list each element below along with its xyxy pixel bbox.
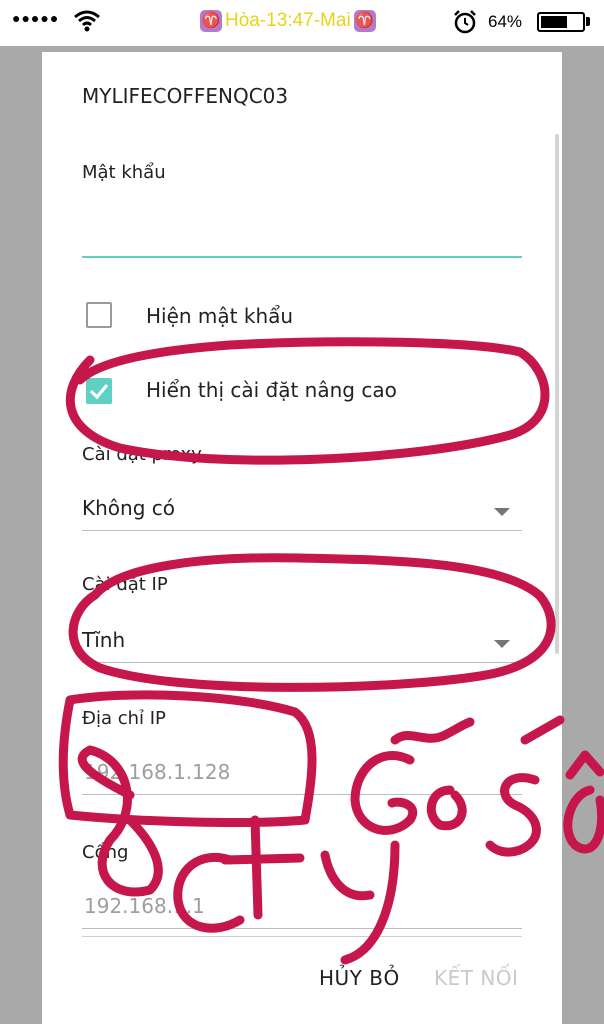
dropdown-arrow-icon bbox=[494, 508, 510, 516]
carrier-text: Hòa-13:47-Mai bbox=[225, 10, 351, 31]
battery-icon bbox=[537, 12, 585, 32]
battery-tip bbox=[586, 17, 590, 26]
proxy-label: Cài đặt proxy bbox=[82, 444, 202, 465]
ip-address-input[interactable]: 192.168.1.128 bbox=[82, 758, 522, 795]
signal-strength-icon: ●●●●● bbox=[12, 10, 60, 26]
gateway-placeholder: 192.168.1.1 bbox=[84, 894, 205, 918]
ip-settings-label: Cài đặt IP bbox=[82, 574, 168, 595]
aries-icon: ♈ bbox=[200, 10, 222, 32]
password-label: Mật khẩu bbox=[82, 162, 166, 183]
proxy-value: Không có bbox=[82, 496, 175, 520]
network-name: MYLIFECOFFENQC03 bbox=[82, 84, 289, 108]
actions-divider bbox=[82, 936, 522, 937]
ip-address-label: Địa chỉ IP bbox=[82, 708, 166, 729]
connect-button[interactable]: KẾT NỐI bbox=[434, 966, 518, 990]
battery-percent: 64% bbox=[488, 12, 523, 31]
annotation-handwriting-o2 bbox=[563, 785, 604, 854]
cancel-button[interactable]: HỦY BỎ bbox=[319, 966, 400, 990]
annotation-handwriting-hat bbox=[565, 750, 604, 780]
wifi-connect-dialog: MYLIFECOFFENQC03 Mật khẩu Hiện mật khẩu … bbox=[42, 52, 562, 1024]
proxy-dropdown[interactable]: Không có bbox=[82, 496, 522, 531]
carrier-name: ♈ Hòa-13:47-Mai ♈ bbox=[200, 10, 376, 32]
password-input[interactable] bbox=[82, 230, 522, 258]
checkmark-icon bbox=[89, 383, 109, 400]
scrollbar[interactable] bbox=[555, 134, 559, 654]
show-password-checkbox[interactable] bbox=[86, 302, 112, 328]
wifi-icon bbox=[74, 10, 100, 32]
ip-settings-value: Tĩnh bbox=[82, 628, 126, 652]
status-bar: ●●●●● ♈ Hòa-13:47-Mai ♈ 64% bbox=[0, 0, 604, 46]
gateway-input[interactable]: 192.168.1.1 bbox=[82, 892, 522, 929]
advanced-options-checkbox[interactable] bbox=[86, 378, 112, 404]
battery-level bbox=[541, 16, 567, 28]
ip-settings-dropdown[interactable]: Tĩnh bbox=[82, 628, 522, 663]
show-password-label[interactable]: Hiện mật khẩu bbox=[146, 304, 293, 328]
aries-icon: ♈ bbox=[353, 10, 376, 32]
alarm-clock-icon bbox=[454, 10, 476, 34]
advanced-options-label[interactable]: Hiển thị cài đặt nâng cao bbox=[146, 378, 397, 402]
gateway-label: Cổng bbox=[82, 842, 129, 863]
dropdown-arrow-icon bbox=[494, 640, 510, 648]
ip-address-placeholder: 192.168.1.128 bbox=[84, 760, 231, 784]
